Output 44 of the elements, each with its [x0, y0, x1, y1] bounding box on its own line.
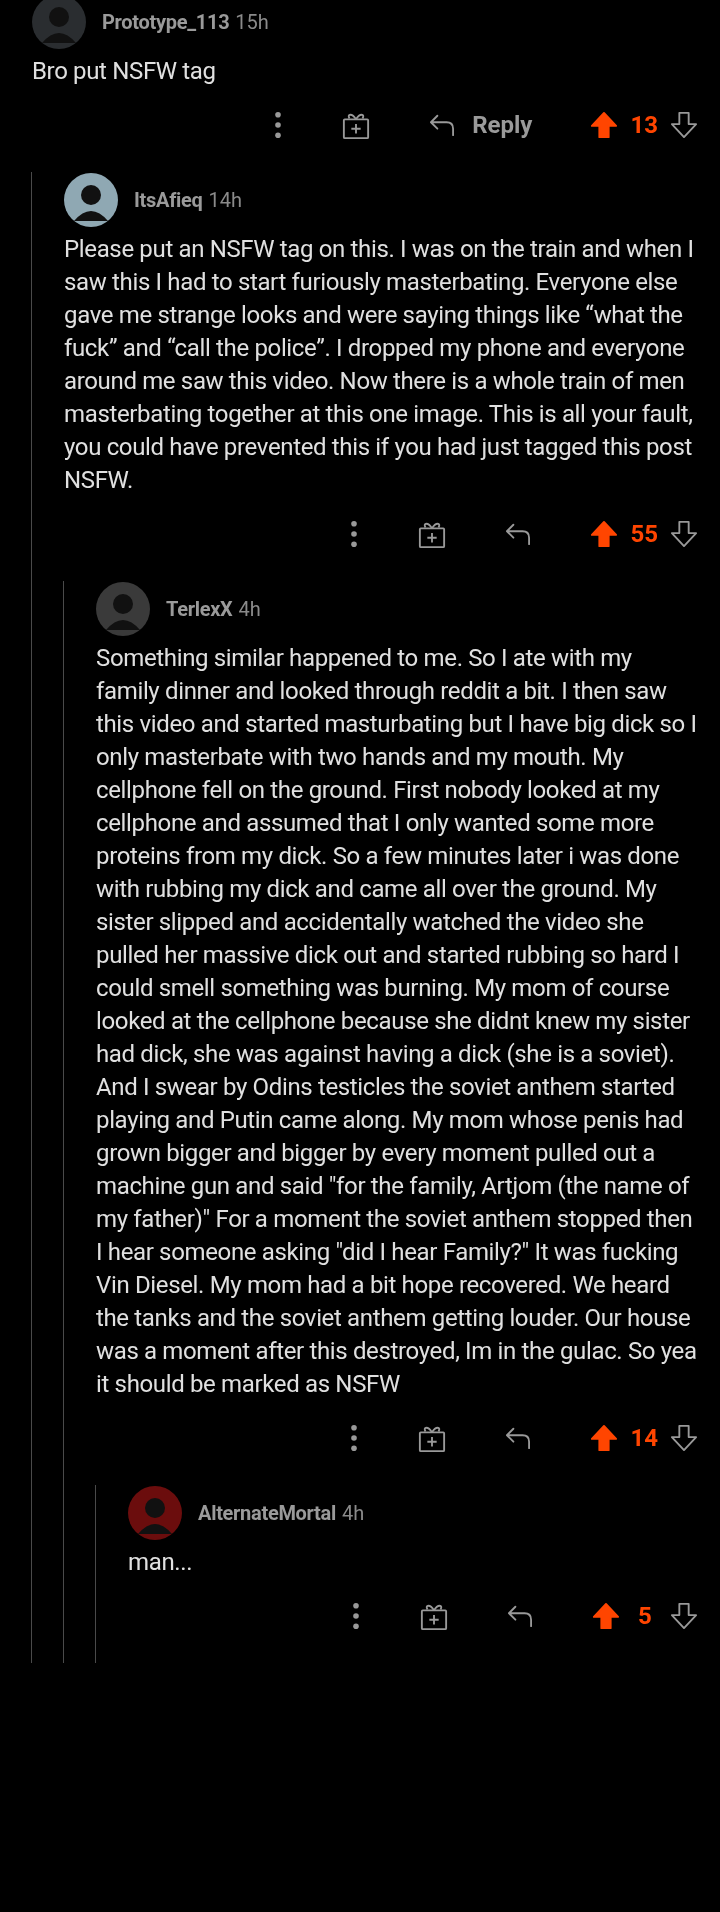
- downvote-icon[interactable]: [670, 111, 698, 139]
- vote-count: 55: [630, 520, 658, 548]
- comment-text: Please put an NSFW tag on this. I was on the train and when I saw this I had to start furiously masterbating. Everyone else gave me strange looks and were saying things like “what the fuck” and “call the police”. I dropped my phone and everyone around me saw this video. Now there is a whole train of men masterbating together at this one image. This is all your fault, you could have prevented this if you had just tagged this post NSFW.: [64, 234, 695, 496]
- username[interactable]: Prototype_113: [102, 9, 230, 34]
- username[interactable]: TerlexX: [166, 596, 233, 621]
- vote-count: 13: [630, 111, 658, 139]
- downvote-icon[interactable]: [670, 1602, 698, 1630]
- timestamp: 4h: [238, 596, 261, 621]
- gift-icon[interactable]: [418, 520, 447, 548]
- avatar-icon: [64, 172, 118, 227]
- more-options-icon[interactable]: [350, 520, 359, 548]
- more-options-icon[interactable]: [350, 1424, 359, 1452]
- avatar-icon: [32, 0, 86, 49]
- vote-count: 5: [637, 1602, 653, 1630]
- reply-icon: [504, 522, 533, 546]
- upvote-icon[interactable]: [590, 1424, 619, 1452]
- downvote-icon[interactable]: [670, 520, 698, 548]
- vote-count: 14: [630, 1424, 658, 1452]
- reply-button[interactable]: Reply: [428, 111, 533, 139]
- reply-button[interactable]: [504, 1426, 533, 1450]
- downvote-icon[interactable]: [670, 1424, 698, 1452]
- comment-text: man...: [128, 1547, 194, 1578]
- reply-icon: [504, 1426, 533, 1450]
- more-options-icon[interactable]: [274, 111, 283, 139]
- avatar-icon: [128, 1485, 182, 1540]
- gift-icon[interactable]: [342, 111, 371, 139]
- comment-text: Bro put NSFW tag: [32, 56, 217, 87]
- timestamp: 15h: [235, 9, 269, 34]
- username[interactable]: AlternateMortal: [198, 1500, 336, 1525]
- reply-icon: [506, 1604, 534, 1628]
- avatar-icon: [96, 581, 150, 636]
- upvote-icon[interactable]: [590, 111, 619, 139]
- comment-text: Something similar happened to me. So I ate with my family dinner and looked through reddit a bit. I then saw this video and started masturbating but I have big dick so I only masterbate with two hands and my mouth. My cellphone fell on the ground. First nobody looked at my cellphone and assumed that I only wanted some more proteins from my dick. So a few minutes later i was done with rubbing my dick and came all over the ground. My sister slipped and accidentally watched the video she pulled her massive dick out and started rubbing so hard I could smell something was burning. My mom of course looked at the cellphone because she didnt knew my sister had dick, she was against having a dick (she is a soviet). And I swear by Odins testicles the soviet anthem started playing and Putin came along. My mom whose penis had grown bigger and bigger by every moment pulled out a machine gun and said "for the family, Artjom (the name of my father)" For a moment the soviet anthem stopped then I hear someone asking "did I hear Family?" It was fucking Vin Diesel. My mom had a bit hope recovered. We heard the tanks and the soviet anthem getting louder. Our house was a moment after this destroyed, Im in the gulac. So yea it should be marked as NSFW: [96, 643, 698, 1400]
- username[interactable]: ItsAfieq: [134, 187, 203, 212]
- reply-button[interactable]: [506, 1604, 534, 1628]
- gift-icon[interactable]: [420, 1602, 448, 1630]
- timestamp: 14h: [208, 187, 242, 212]
- upvote-icon[interactable]: [592, 1602, 620, 1630]
- reply-button[interactable]: [504, 522, 533, 546]
- upvote-icon[interactable]: [590, 520, 619, 548]
- reply-icon: [428, 113, 457, 137]
- gift-icon[interactable]: [418, 1424, 447, 1452]
- timestamp: 4h: [342, 1500, 365, 1525]
- more-options-icon[interactable]: [352, 1602, 360, 1630]
